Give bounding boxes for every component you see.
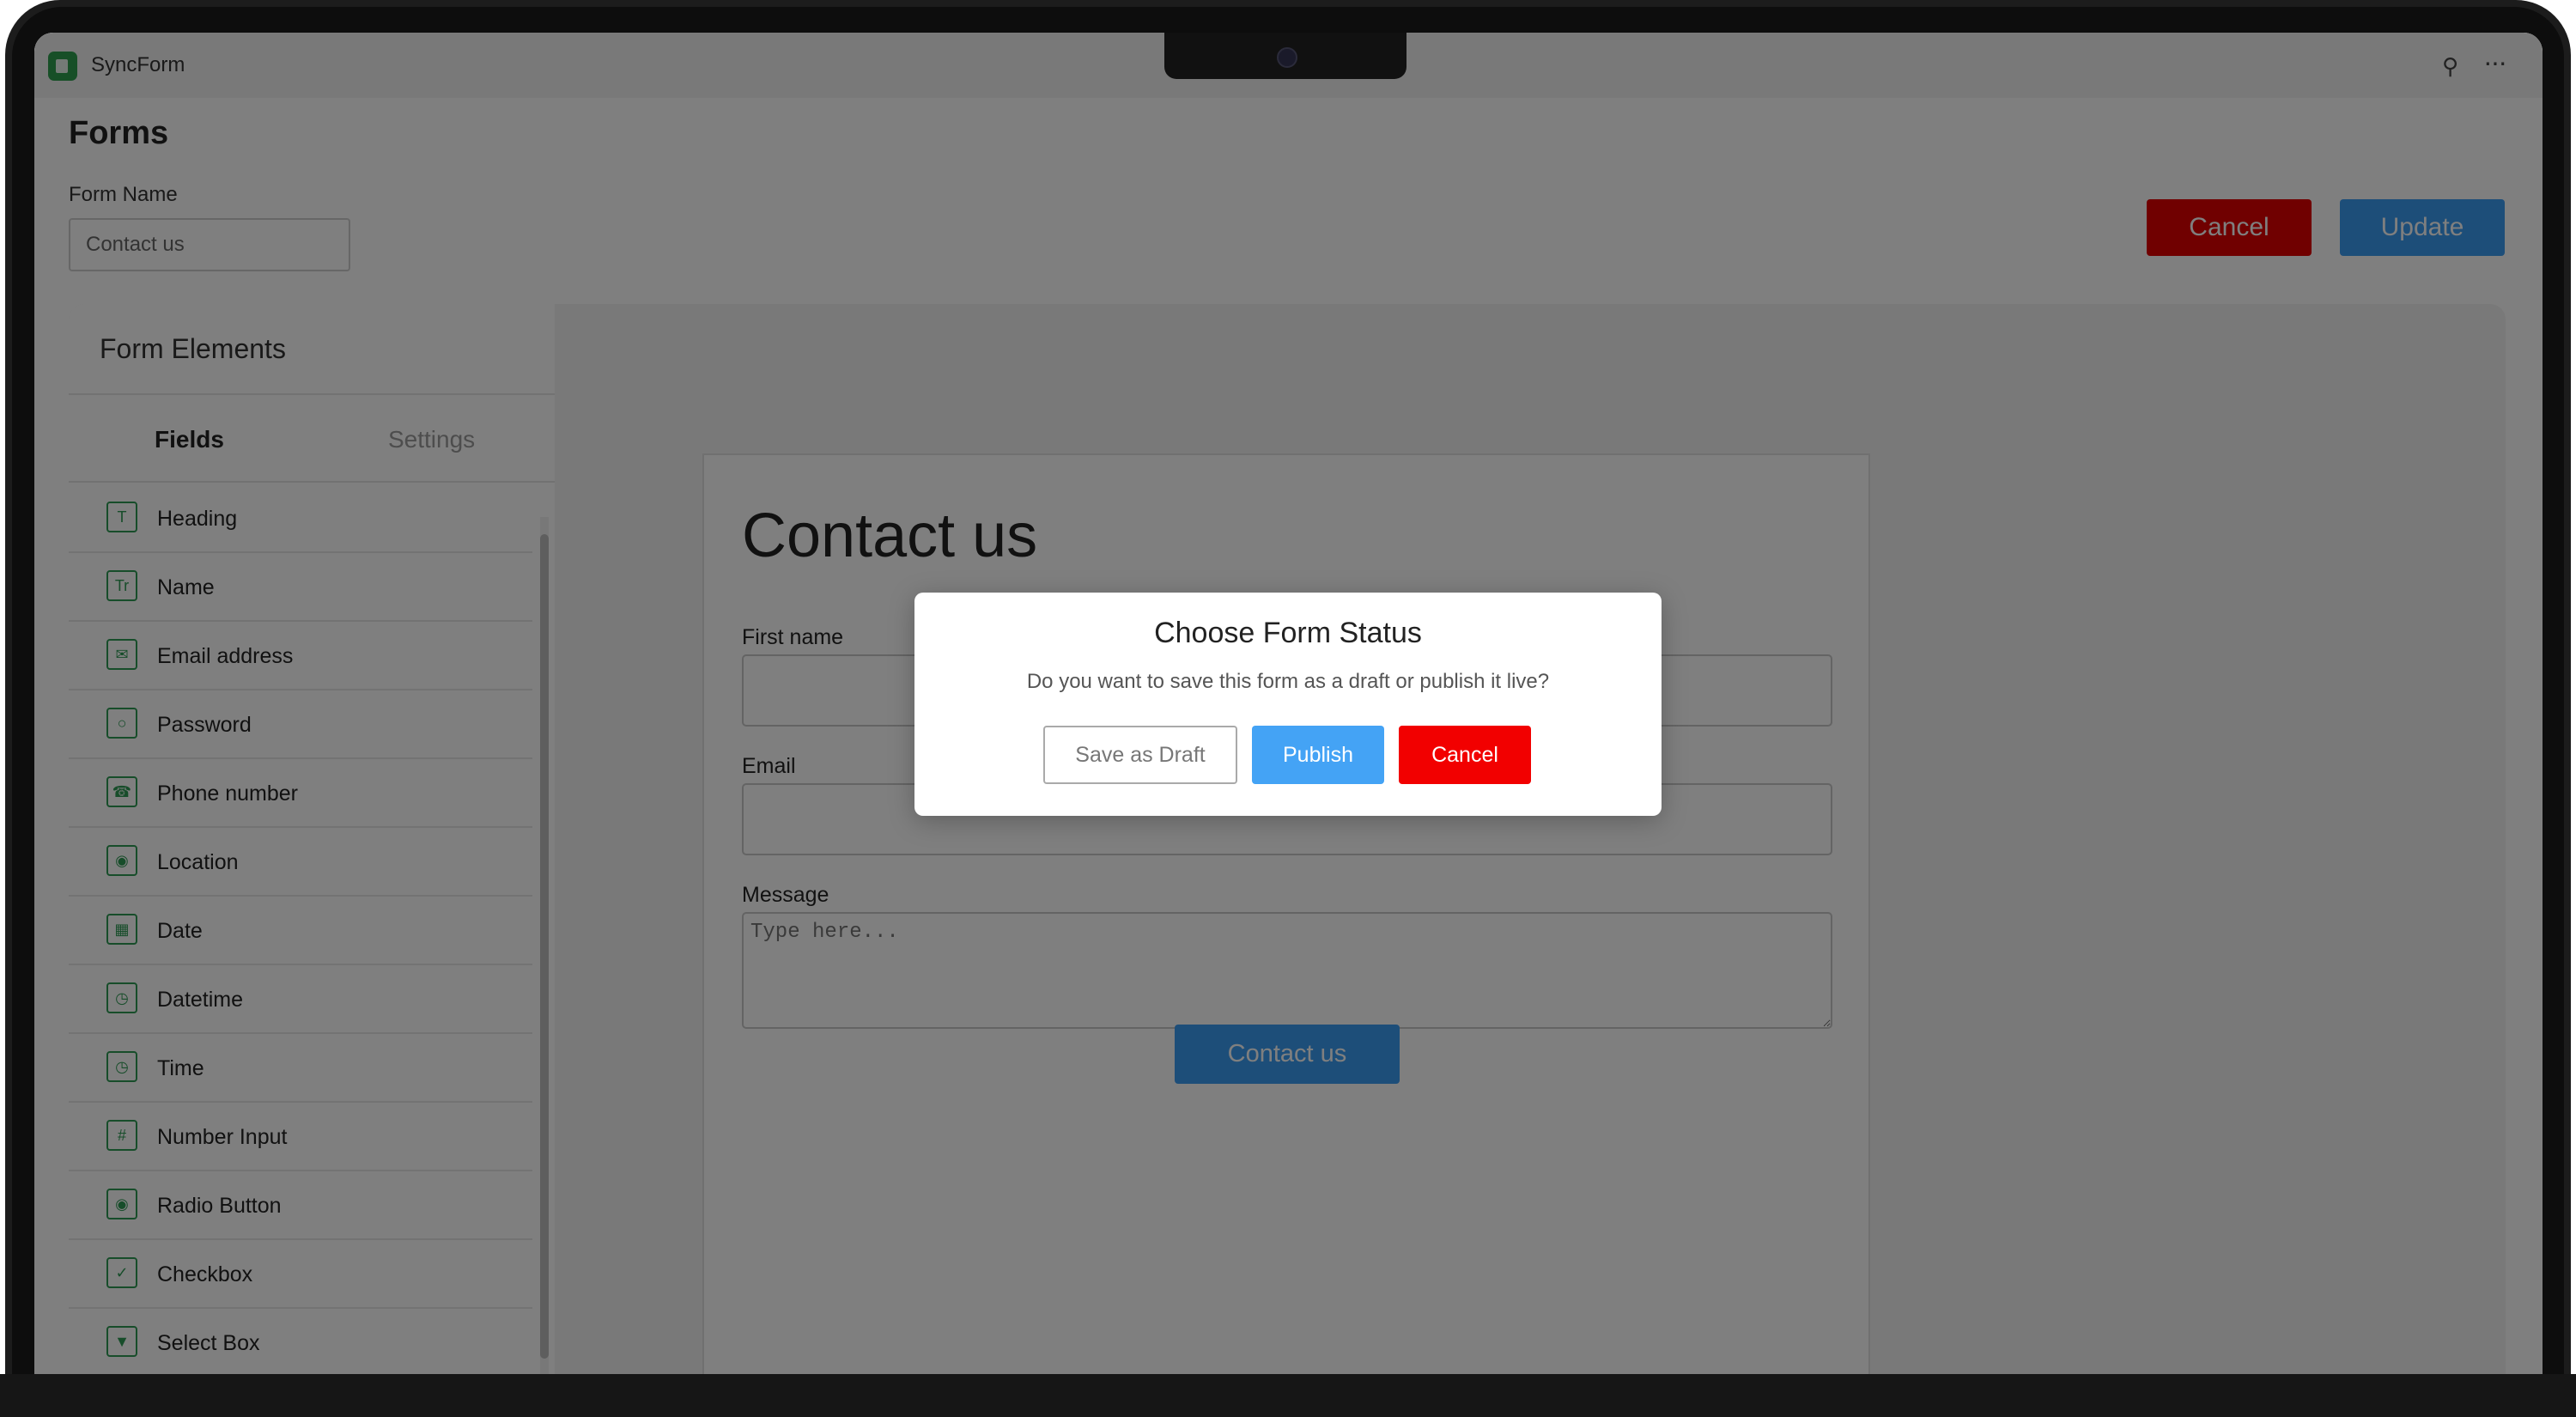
save-draft-button[interactable]: Save as Draft	[1043, 726, 1237, 784]
dialog-cancel-button[interactable]: Cancel	[1399, 726, 1531, 784]
dialog-message: Do you want to save this form as a draft…	[1026, 670, 1550, 693]
dialog-title: Choose Form Status	[1154, 617, 1422, 649]
app-screen: SyncForm ⚲ ··· Forms Form Name Cancel Up…	[34, 33, 2543, 1374]
form-status-dialog: Choose Form Status Do you want to save t…	[914, 593, 1662, 816]
publish-button[interactable]: Publish	[1252, 726, 1384, 784]
camera-icon	[1277, 47, 1297, 68]
laptop-chin	[0, 1374, 2576, 1417]
camera-notch	[1164, 33, 1406, 79]
